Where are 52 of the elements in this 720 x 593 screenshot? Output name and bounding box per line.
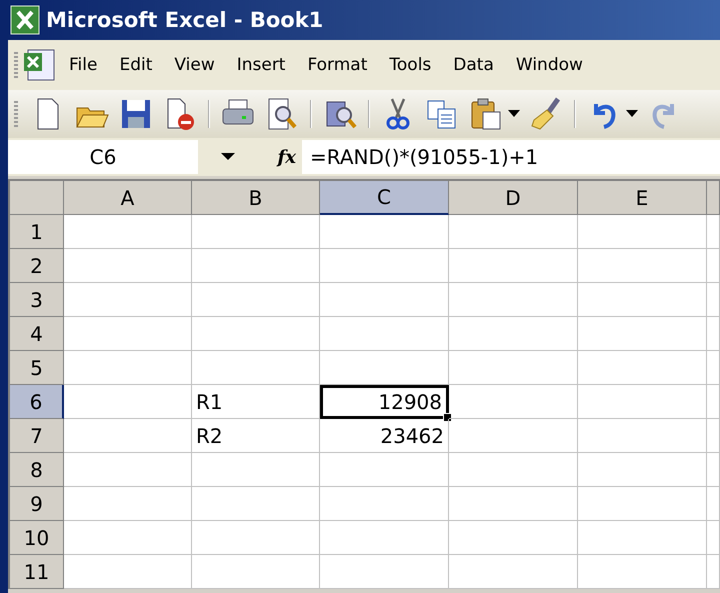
select-all-button[interactable]	[10, 181, 64, 215]
column-header[interactable]: C	[320, 181, 449, 215]
menu-item[interactable]: File	[58, 55, 108, 75]
menu-item[interactable]: View	[163, 55, 226, 75]
menu-item[interactable]: Data	[442, 55, 505, 75]
formula-field[interactable]: =RAND()*(91055-1)+1	[302, 140, 720, 174]
toolbar-grip	[14, 101, 18, 127]
table-cell: R1	[192, 385, 320, 419]
row-header[interactable]: 7	[10, 419, 64, 453]
table-cell	[707, 283, 720, 317]
insert-function-button[interactable]: fx	[258, 146, 302, 168]
table-cell	[707, 249, 720, 283]
window-title: Microsoft Excel - Book1	[46, 8, 324, 32]
column-header[interactable]: B	[192, 181, 320, 215]
dropdown-arrow-icon[interactable]	[626, 110, 638, 118]
table-cell	[707, 351, 720, 385]
row-header[interactable]: 4	[10, 317, 64, 351]
row-header[interactable]: 9	[10, 487, 64, 521]
row-header[interactable]: 8	[10, 453, 64, 487]
table-cell	[707, 215, 720, 249]
table-cell: 23462	[320, 419, 449, 453]
fill-handle[interactable]	[443, 413, 452, 422]
table-cell	[707, 487, 720, 521]
row-header[interactable]: 10	[10, 521, 64, 555]
table-cell	[707, 521, 720, 555]
menu-item[interactable]: Tools	[378, 55, 442, 75]
toolbar-grip	[14, 52, 18, 78]
row-header[interactable]: 1	[10, 215, 64, 249]
row-header[interactable]: 5	[10, 351, 64, 385]
column-header[interactable]	[707, 181, 720, 215]
table-cell: 12908	[320, 385, 449, 419]
table-cell	[707, 317, 720, 351]
name-box[interactable]: C6	[8, 140, 198, 174]
menu-item[interactable]: Window	[504, 55, 594, 75]
table-cell	[707, 453, 720, 487]
table-cell	[707, 419, 720, 453]
column-header[interactable]: D	[449, 181, 578, 215]
column-header[interactable]: A	[64, 181, 192, 215]
table-cell	[707, 385, 720, 419]
row-header[interactable]: 11	[10, 555, 64, 589]
column-header[interactable]: E	[578, 181, 707, 215]
menu-item[interactable]: Format	[296, 55, 378, 75]
row-header[interactable]: 3	[10, 283, 64, 317]
row-header[interactable]: 2	[10, 249, 64, 283]
spreadsheet-app-icon[interactable]	[10, 5, 40, 35]
table-cell	[707, 555, 720, 589]
table-cell: R2	[192, 419, 320, 453]
dropdown-arrow-icon[interactable]	[508, 110, 520, 118]
dropdown-arrow-icon[interactable]	[221, 153, 235, 161]
menu-item[interactable]: Insert	[226, 55, 296, 75]
menu-item[interactable]: Edit	[108, 55, 164, 75]
row-header[interactable]: 6	[10, 385, 64, 419]
